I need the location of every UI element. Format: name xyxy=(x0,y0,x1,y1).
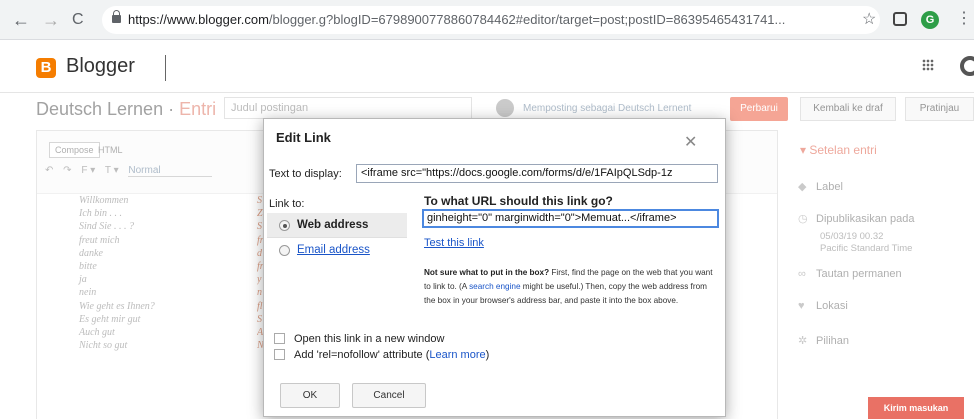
cancel-button[interactable]: Cancel xyxy=(352,383,426,408)
new-window-option: Open this link in a new window xyxy=(274,333,444,345)
ok-button[interactable]: OK xyxy=(280,383,340,408)
search-engine-link[interactable]: search engine xyxy=(469,282,520,291)
help-text: Not sure what to put in the box? First, … xyxy=(424,266,716,308)
account-avatar[interactable] xyxy=(960,56,974,76)
new-window-label: Open this link in a new window xyxy=(294,333,445,345)
edit-link-dialog: Edit Link ✕ Text to display: <iframe src… xyxy=(263,118,726,417)
link-type-options: Web address Email address xyxy=(267,213,407,265)
nofollow-label-suffix: ) xyxy=(485,349,490,361)
header-divider xyxy=(165,55,166,81)
url-input[interactable]: ginheight="0" marginwidth="0">Memuat...<… xyxy=(422,209,719,228)
option-email-address[interactable]: Email address xyxy=(267,238,407,263)
option-web-address[interactable]: Web address xyxy=(267,213,407,238)
nofollow-option: Add 'rel=nofollow' attribute (Learn more… xyxy=(274,349,489,361)
reload-icon[interactable]: C xyxy=(72,10,84,30)
lock-icon xyxy=(112,10,121,23)
back-icon[interactable]: ← xyxy=(12,10,30,30)
forward-icon[interactable]: → xyxy=(42,10,60,30)
nofollow-checkbox[interactable] xyxy=(274,349,285,360)
extension-icon[interactable] xyxy=(893,12,907,26)
help-heading: Not sure what to put in the box? xyxy=(424,268,550,277)
test-link[interactable]: Test this link xyxy=(424,237,484,249)
learn-more-link[interactable]: Learn more xyxy=(429,349,485,361)
text-to-display-input[interactable]: <iframe src="https://docs.google.com/for… xyxy=(356,164,718,183)
bookmark-star-icon[interactable]: ☆ xyxy=(862,6,876,34)
link-to-label: Link to: xyxy=(269,198,305,210)
address-bar[interactable]: https://www.blogger.com/blogger.g?blogID… xyxy=(102,6,880,34)
app-header: B Blogger xyxy=(0,41,974,93)
url-domain: https://www.blogger.com xyxy=(128,12,269,27)
web-address-label: Web address xyxy=(297,219,369,231)
blogger-logo-icon[interactable]: B xyxy=(36,58,56,78)
url-path: /blogger.g?blogID=6798900778860784462#ed… xyxy=(268,12,786,27)
browser-toolbar: ← → C https://www.blogger.com/blogger.g?… xyxy=(0,0,974,40)
email-address-label: Email address xyxy=(297,244,370,256)
browser-menu-icon[interactable]: ⋮ xyxy=(956,8,972,30)
text-to-display-label: Text to display: xyxy=(269,168,342,180)
email-address-radio[interactable] xyxy=(279,245,290,256)
app-name[interactable]: Blogger xyxy=(66,55,135,78)
nofollow-label: Add 'rel=nofollow' attribute ( xyxy=(294,349,430,361)
url-question: To what URL should this link go? xyxy=(424,194,613,208)
dialog-title: Edit Link xyxy=(276,130,331,145)
apps-grid-icon[interactable] xyxy=(922,59,934,71)
new-window-checkbox[interactable] xyxy=(274,333,285,344)
profile-avatar[interactable]: G xyxy=(921,11,939,29)
close-icon[interactable]: ✕ xyxy=(684,135,697,151)
web-address-radio[interactable] xyxy=(279,220,290,231)
